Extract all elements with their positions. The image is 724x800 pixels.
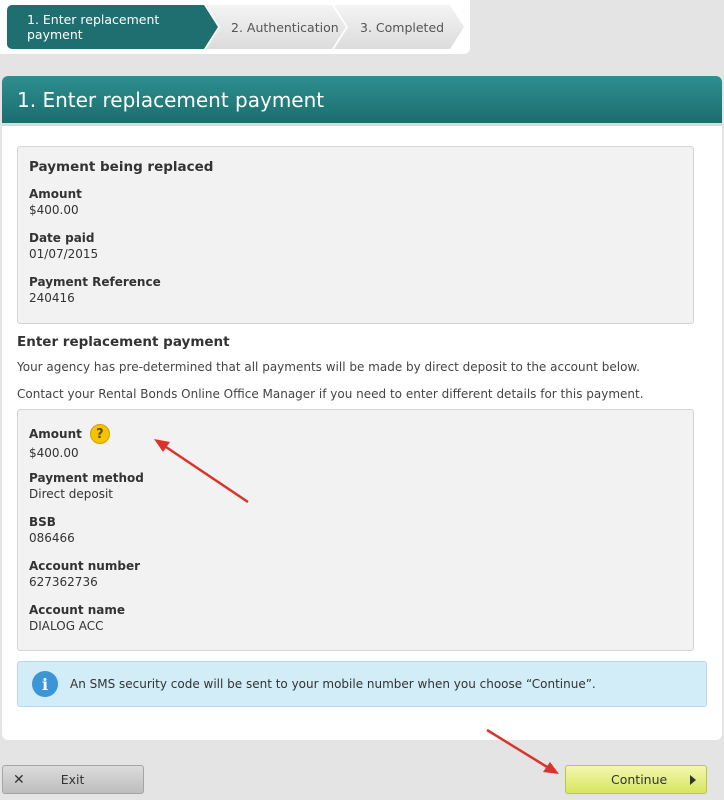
step-label: 2. Authentication — [231, 19, 339, 35]
step-authentication: 2. Authentication — [206, 5, 346, 49]
help-icon[interactable]: ? — [89, 424, 110, 444]
payment-replaced-panel: Payment being replaced Amount $400.00 Da… — [17, 146, 694, 324]
main-card: 1. Enter replacement payment Payment bei… — [2, 76, 722, 740]
field-label: BSB — [29, 515, 56, 529]
field-label: Payment method — [29, 471, 144, 485]
sms-info-box: i An SMS security code will be sent to y… — [17, 661, 707, 707]
field-label: Account name — [29, 603, 126, 617]
arrow-right-icon — [690, 774, 696, 785]
replacement-payment-panel: Amount ? $400.00 Payment method Direct d… — [17, 409, 694, 651]
close-icon: ✕ — [13, 771, 25, 788]
field-label: Payment Reference — [29, 275, 161, 289]
field-label: Amount — [29, 187, 82, 201]
field-value: $400.00 — [29, 446, 79, 460]
continue-button-label: Continue — [611, 772, 668, 787]
continue-button[interactable]: Continue — [565, 765, 707, 794]
field-value: Direct deposit — [29, 487, 113, 501]
field-amount: Amount ? $400.00 — [29, 424, 110, 460]
page-title: 1. Enter replacement payment — [2, 76, 722, 126]
field-date-paid: Date paid 01/07/2015 — [29, 231, 98, 261]
field-account-name: Account name DIALOG ACC — [29, 603, 125, 633]
field-payment-method: Payment method Direct deposit — [29, 471, 144, 501]
step-label: 3. Completed — [360, 19, 445, 35]
info-icon: i — [32, 671, 58, 697]
contact-manager-note: Contact your Rental Bonds Online Office … — [17, 387, 644, 401]
panel-title: Payment being replaced — [29, 159, 214, 175]
step-completed: 3. Completed — [334, 5, 464, 49]
field-bsb: BSB 086466 — [29, 515, 75, 545]
field-amount: Amount $400.00 — [29, 187, 82, 217]
section-title: Enter replacement payment — [17, 334, 230, 350]
field-value: $400.00 — [29, 203, 79, 217]
field-account-number: Account number 627362736 — [29, 559, 140, 589]
field-label: Date paid — [29, 231, 95, 245]
field-value: 086466 — [29, 531, 75, 545]
exit-button-label: Exit — [60, 772, 85, 787]
exit-button[interactable]: ✕ Exit — [2, 765, 144, 794]
field-value: 01/07/2015 — [29, 247, 99, 261]
info-text: An SMS security code will be sent to you… — [70, 677, 596, 691]
field-value: DIALOG ACC — [29, 619, 104, 633]
direct-deposit-note: Your agency has pre-determined that all … — [17, 360, 640, 374]
field-payment-reference: Payment Reference 240416 — [29, 275, 161, 305]
step-enter-replacement-payment: 1. Enter replacement payment — [7, 5, 218, 49]
field-label: Amount — [29, 427, 82, 441]
field-value: 240416 — [29, 291, 75, 305]
step-label: 1. Enter replacement payment — [27, 12, 160, 42]
progress-stepper: 1. Enter replacement payment 2. Authenti… — [0, 0, 470, 54]
field-value: 627362736 — [29, 575, 98, 589]
field-label: Account number — [29, 559, 140, 573]
